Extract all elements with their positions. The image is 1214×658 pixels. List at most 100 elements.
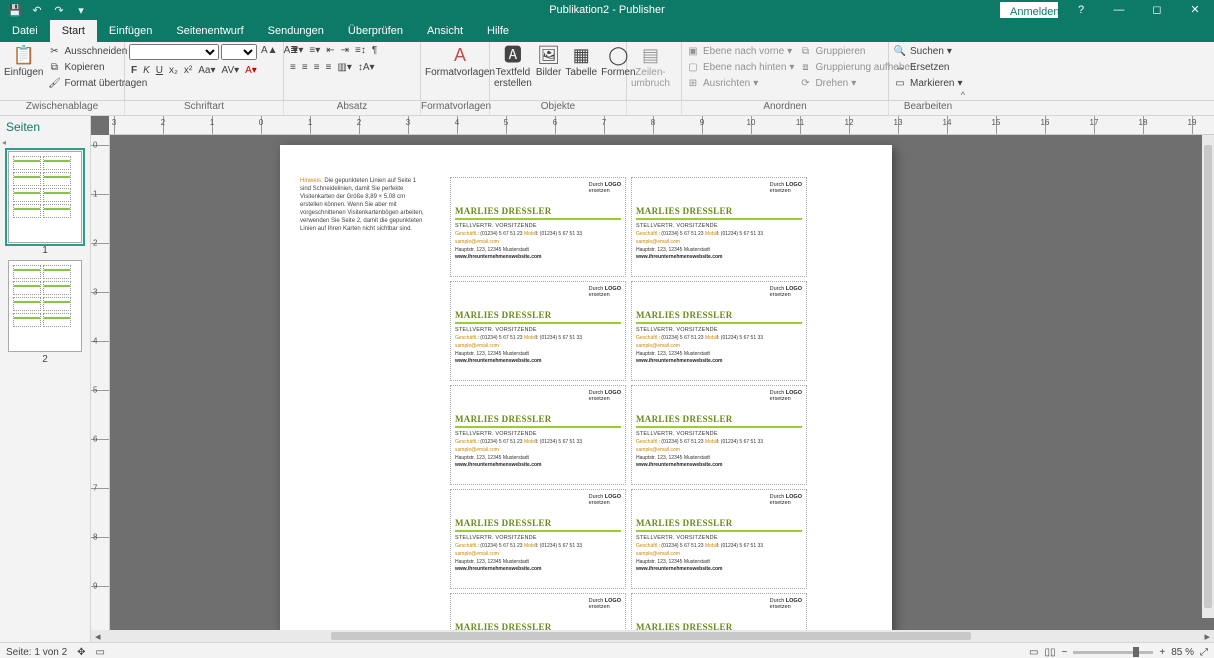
zoom-in-button[interactable]: + [1159, 647, 1165, 658]
char-spacing-button[interactable]: AV▾ [220, 64, 242, 77]
card-phone: Geschäftl.: (01234) 5 67 51 23 Mobill: (… [636, 543, 802, 549]
business-card[interactable]: Durch LOGOersetzenMARLIES DRESSLERSTELLV… [450, 281, 626, 381]
scroll-right-icon[interactable]: ▸ [1204, 630, 1210, 643]
business-card[interactable]: Durch LOGOersetzenMARLIES DRESSLERSTELLV… [450, 593, 626, 630]
numbering-button[interactable]: ≡▾ [307, 44, 322, 57]
maximize-icon[interactable]: ◻ [1138, 0, 1176, 20]
business-card[interactable]: Durch LOGOersetzenMARLIES DRESSLERSTELLV… [631, 177, 807, 277]
tab-start[interactable]: Start [50, 20, 97, 42]
tab-einfuegen[interactable]: Einfügen [97, 20, 164, 42]
bold-button[interactable]: F [129, 64, 139, 77]
business-card[interactable]: Durch LOGOersetzenMARLIES DRESSLERSTELLV… [631, 593, 807, 630]
pointer-mode-icon[interactable]: ✥ [77, 647, 85, 658]
styles-button[interactable]: A Formatvorlagen [425, 44, 495, 78]
label-objects: Objekte [490, 101, 627, 115]
minimize-icon[interactable]: ― [1100, 0, 1138, 20]
save-icon[interactable]: 💾 [4, 4, 26, 17]
business-card[interactable]: Durch LOGOersetzenMARLIES DRESSLERSTELLV… [631, 385, 807, 485]
card-address: Hauptstr. 123, 12345 Musterstadt [636, 351, 802, 357]
paste-label: Einfügen [4, 67, 43, 78]
align-button[interactable]: ⊞Ausrichten▾ [686, 76, 794, 91]
vertical-scrollbar[interactable] [1202, 135, 1214, 618]
sign-in-button[interactable]: Anmelden [1000, 2, 1058, 18]
business-card[interactable]: Durch LOGOersetzenMARLIES DRESSLERSTELLV… [450, 385, 626, 485]
table-button[interactable]: ▦Tabelle [565, 44, 597, 78]
scroll-left-icon[interactable]: ◂ [95, 630, 101, 643]
card-name: MARLIES DRESSLER [636, 414, 802, 424]
card-name: MARLIES DRESSLER [455, 310, 621, 320]
bring-forward-button[interactable]: ▣Ebene nach vorne▾ [686, 44, 794, 59]
wrap-button[interactable]: ▤Zeilen- umbruch [631, 44, 670, 89]
scroll-thumb[interactable] [331, 632, 971, 640]
page-indicator[interactable]: Seite: 1 von 2 [6, 647, 67, 658]
copy-icon: ⧉ [47, 60, 61, 75]
paste-button[interactable]: 📋 Einfügen [4, 44, 43, 78]
justify-button[interactable]: ≡ [324, 61, 334, 74]
logo-placeholder: Durch LOGOersetzen [589, 494, 621, 506]
tab-ueberpruefen[interactable]: Überprüfen [336, 20, 415, 42]
subscript-button[interactable]: x₂ [167, 64, 180, 77]
page-thumbnail-2[interactable] [8, 260, 82, 352]
business-card[interactable]: Durch LOGOersetzenMARLIES DRESSLERSTELLV… [450, 489, 626, 589]
font-size-select[interactable] [221, 44, 257, 60]
card-phone: Geschäftl.: (01234) 5 67 51 23 Mobill: (… [636, 231, 802, 237]
shapes-icon: ◯ [608, 44, 628, 66]
canvas[interactable]: Hinweis: Die gepunkteten Linien auf Seit… [110, 135, 1214, 630]
textbox-button[interactable]: 🅰Textfeld erstellen [494, 44, 532, 89]
align-left-button[interactable]: ≡ [288, 61, 298, 74]
columns-button[interactable]: ▥▾ [335, 61, 353, 74]
business-card[interactable]: Durch LOGOersetzenMARLIES DRESSLERSTELLV… [631, 489, 807, 589]
business-card[interactable]: Durch LOGOersetzenMARLIES DRESSLERSTELLV… [450, 177, 626, 277]
tab-hilfe[interactable]: Hilfe [475, 20, 521, 42]
help-icon[interactable]: ? [1062, 0, 1100, 20]
line-spacing-button[interactable]: ≡↕ [353, 44, 368, 57]
search-icon: 🔍 [893, 44, 907, 59]
tab-sendungen[interactable]: Sendungen [256, 20, 336, 42]
undo-icon[interactable]: ↶ [26, 4, 48, 17]
align-center-button[interactable]: ≡ [300, 61, 310, 74]
decrease-indent-button[interactable]: ⇤ [324, 44, 336, 57]
vertical-ruler[interactable]: 1012345678910 [91, 135, 110, 630]
send-backward-button[interactable]: ▢Ebene nach hinten▾ [686, 60, 794, 75]
font-color-button[interactable]: A▾ [243, 64, 259, 77]
page-1[interactable]: Hinweis: Die gepunkteten Linien auf Seit… [280, 145, 892, 630]
card-web: www.ihreunternehmenswebsite.com [636, 462, 802, 468]
select-button[interactable]: ▭Markieren▾ [893, 76, 963, 91]
text-direction-button[interactable]: ↕A▾ [356, 61, 377, 74]
logo-placeholder: Durch LOGOersetzen [589, 390, 621, 402]
collapse-ribbon-icon[interactable]: ^ [961, 90, 965, 100]
increase-indent-button[interactable]: ⇥ [339, 44, 351, 57]
tab-seitenentwurf[interactable]: Seitenentwurf [164, 20, 255, 42]
tab-datei[interactable]: Datei [0, 20, 50, 42]
font-family-select[interactable] [129, 44, 219, 60]
horizontal-scrollbar[interactable]: ◂ ▸ [91, 630, 1214, 642]
align-right-button[interactable]: ≡ [312, 61, 322, 74]
find-button[interactable]: 🔍Suchen▾ [893, 44, 963, 59]
card-phone: Geschäftl.: (01234) 5 67 51 23 Mobill: (… [636, 439, 802, 445]
horizontal-ruler[interactable]: 4321012345678910111213141516171819 [109, 116, 1214, 135]
change-case-button[interactable]: Aa▾ [196, 64, 217, 77]
single-page-view-icon[interactable]: ▭ [1029, 647, 1038, 658]
qat-more-icon[interactable]: ▾ [70, 4, 92, 17]
superscript-button[interactable]: x² [182, 64, 194, 77]
pictures-button[interactable]: 🖼Bilder [536, 44, 562, 78]
business-card[interactable]: Durch LOGOersetzenMARLIES DRESSLERSTELLV… [631, 281, 807, 381]
fit-page-icon[interactable]: ⤢ [1200, 647, 1208, 658]
replace-button[interactable]: ↔Ersetzen [893, 60, 963, 75]
zoom-level[interactable]: 85 % [1171, 647, 1194, 658]
pilcrow-button[interactable]: ¶ [370, 44, 379, 57]
close-icon[interactable]: ✕ [1176, 0, 1214, 20]
grow-font-button[interactable]: A▲ [259, 44, 280, 60]
underline-button[interactable]: U [154, 64, 165, 77]
zoom-out-button[interactable]: − [1062, 647, 1068, 658]
group-icon: ⧉ [798, 44, 812, 59]
page-thumbnail-1[interactable] [8, 151, 82, 243]
italic-button[interactable]: K [141, 64, 152, 77]
redo-icon[interactable]: ↷ [48, 4, 70, 17]
zoom-slider[interactable] [1073, 651, 1153, 654]
tab-ansicht[interactable]: Ansicht [415, 20, 475, 42]
bullets-button[interactable]: ≣▾ [288, 44, 305, 57]
two-page-view-icon[interactable]: ▯▯ [1045, 647, 1056, 658]
object-size-icon[interactable]: ▭ [96, 647, 105, 658]
collapse-thumb-icon[interactable]: ◂ [0, 138, 90, 147]
